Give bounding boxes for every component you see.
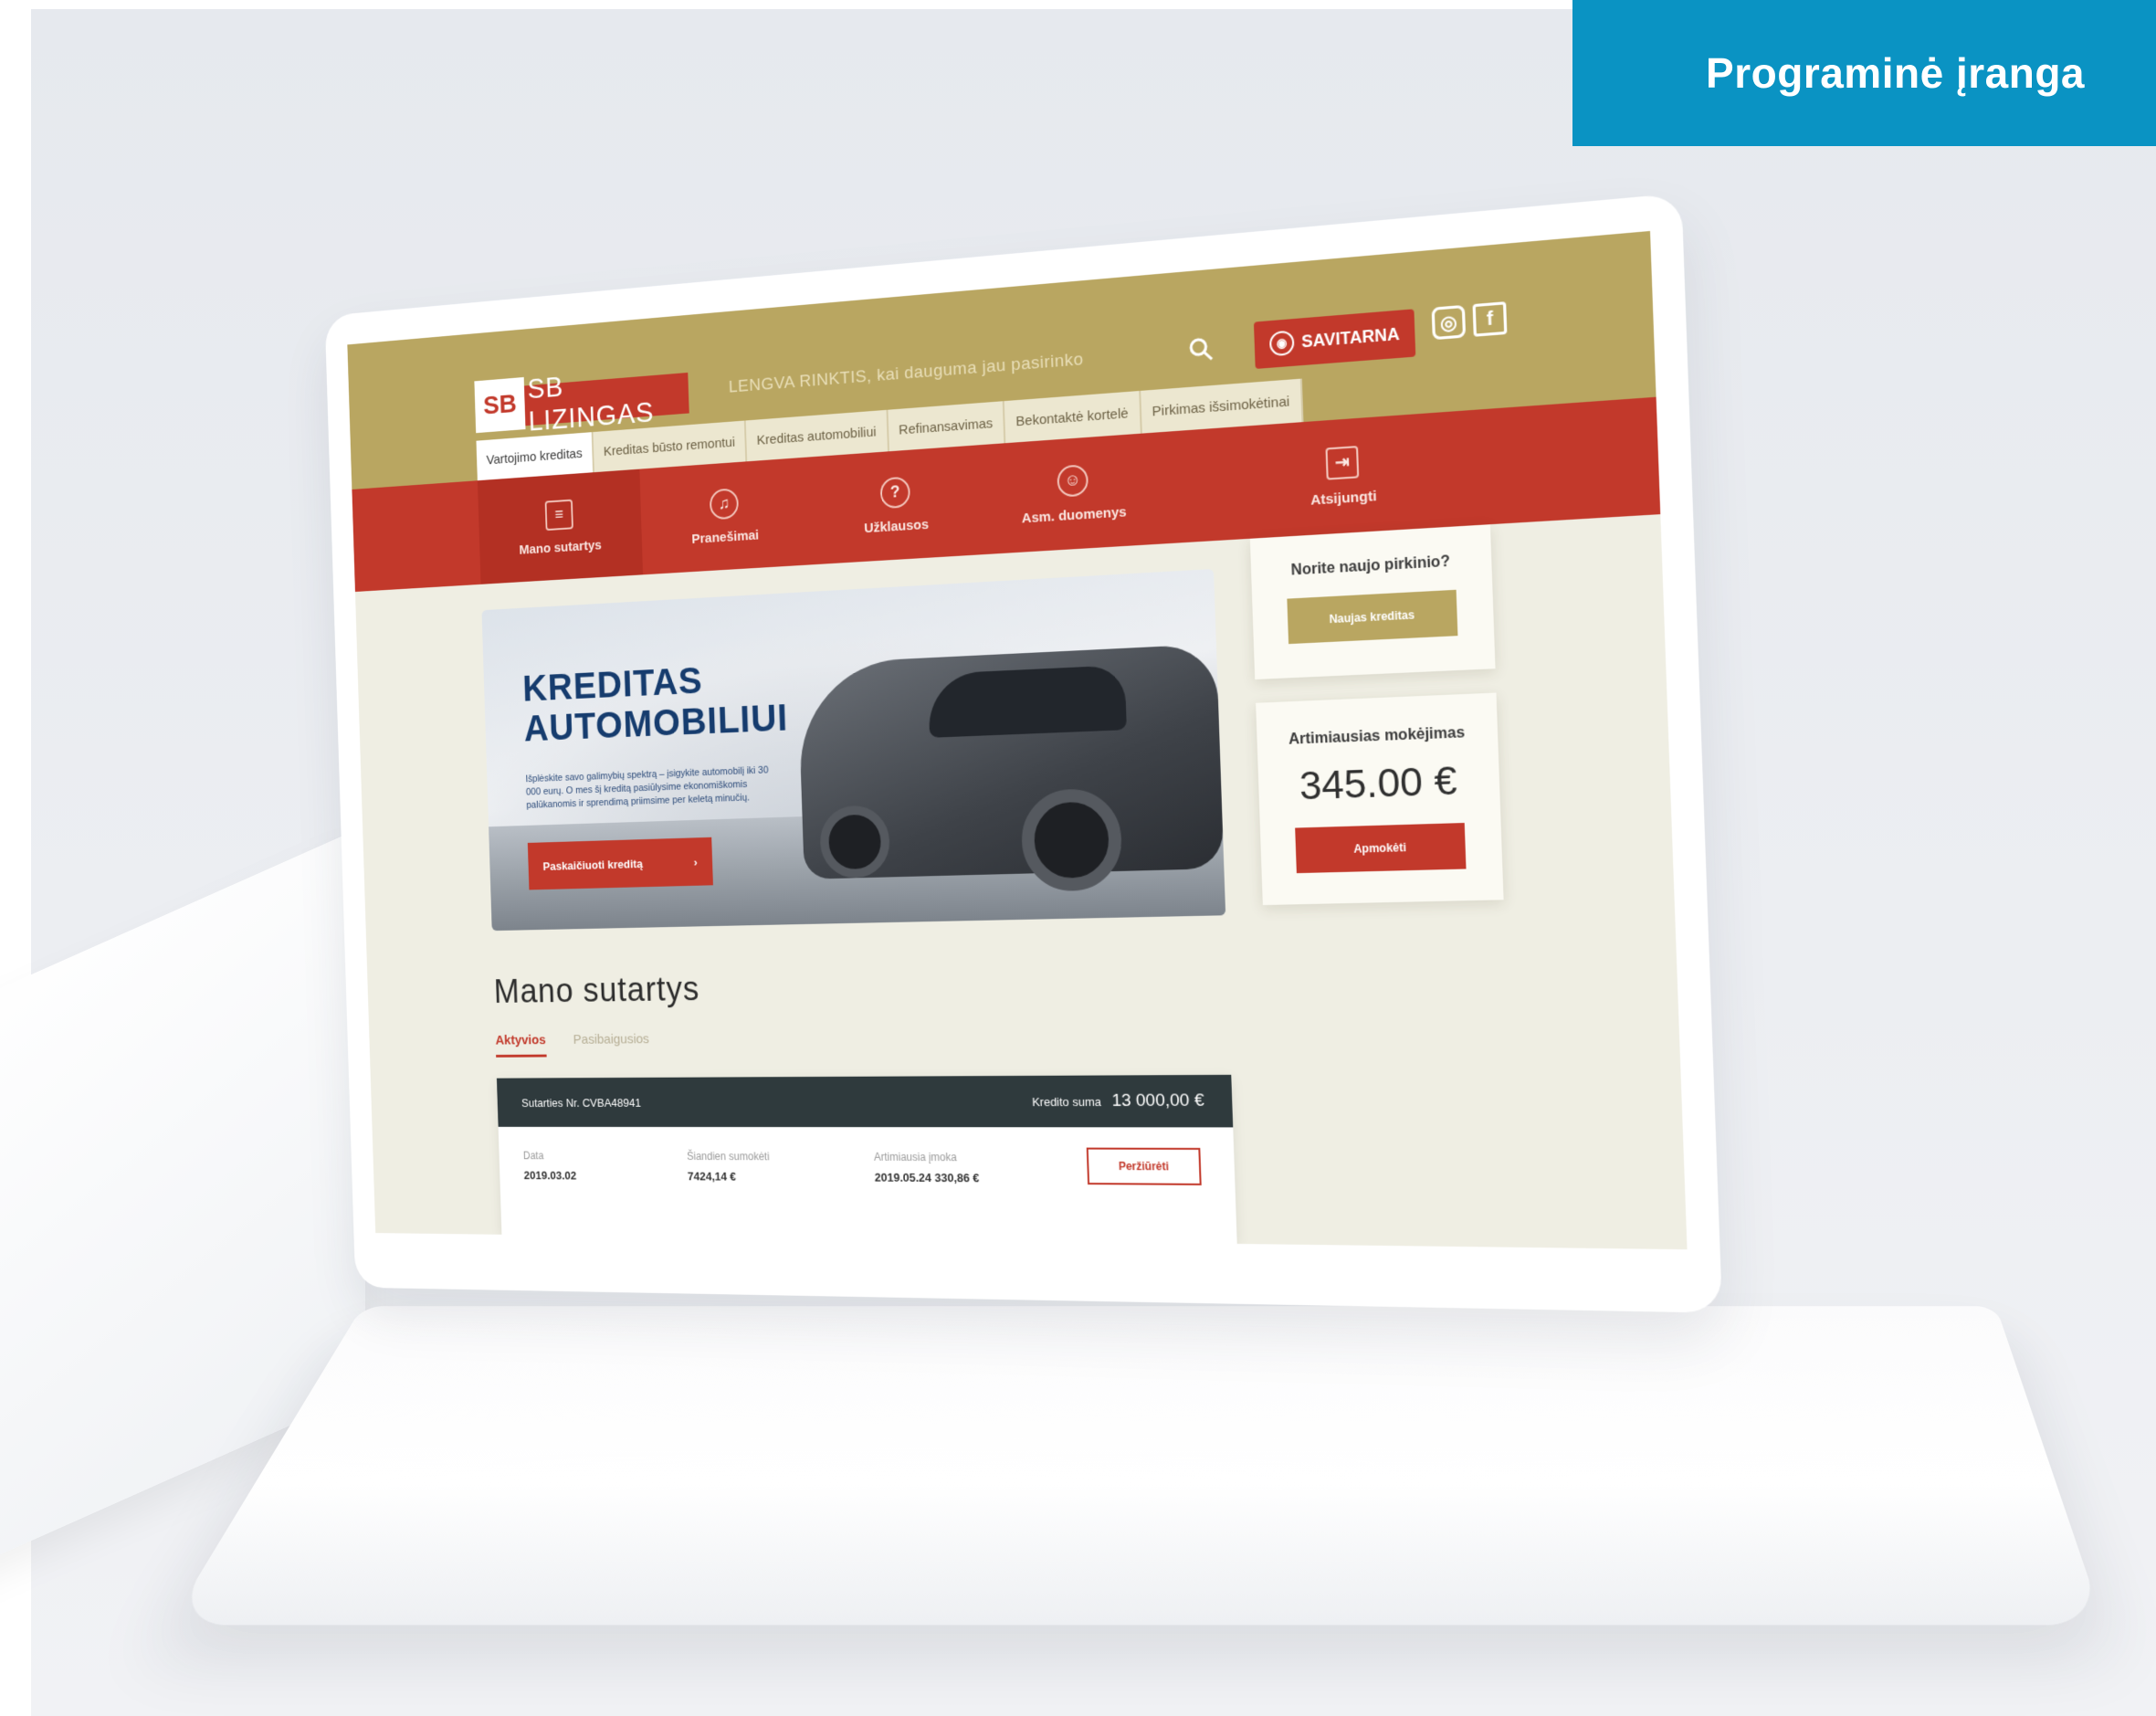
nav-label: Mano sutartys xyxy=(519,537,602,558)
instagram-icon[interactable]: ◎ xyxy=(1431,304,1467,341)
user-icon: ◉ xyxy=(1268,330,1295,357)
tab-aktyvios[interactable]: Aktyvios xyxy=(495,1032,547,1058)
next-payment-amount: 345.00 € xyxy=(1299,757,1458,808)
next-payment-label: Artimiausia įmoka xyxy=(873,1150,957,1164)
contract-subtabs: Aktyvios Pasibaigusios xyxy=(495,1032,649,1058)
website-viewport: SB LIZINGAS SB LENGVA RINKTIS, kai daugu… xyxy=(347,230,1688,1250)
calculate-credit-button[interactable]: Paskaičiuoti kreditą › xyxy=(527,837,713,890)
laptop-screen: SB LIZINGAS SB LENGVA RINKTIS, kai daugu… xyxy=(324,193,1723,1313)
pay-button[interactable]: Apmokėti xyxy=(1295,823,1467,874)
promo-banner[interactable]: KREDITAS AUTOMOBILIUI Išplėskite savo ga… xyxy=(481,568,1226,932)
tab-pasibaigusios[interactable]: Pasibaigusios xyxy=(573,1032,650,1058)
user-icon: ☺ xyxy=(1057,463,1089,498)
chevron-right-icon: › xyxy=(693,855,698,869)
next-payment-sum: 330,86 € xyxy=(934,1171,980,1185)
contract-details: Data 2019.03.02 Šiandien sumokėti 7424,1… xyxy=(499,1127,1237,1244)
nav-label: Atsijungti xyxy=(1309,488,1377,509)
nav-asm-duomenys[interactable]: ☺ Asm. duomenys xyxy=(982,432,1166,554)
category-banner: Programinė įranga xyxy=(1572,0,2156,146)
facebook-icon[interactable]: f xyxy=(1472,301,1508,337)
contract-number-value: CVBA48941 xyxy=(582,1095,642,1110)
slogan: LENGVA RINKTIS, kai dauguma jau pasirink… xyxy=(728,350,1085,397)
logo-text: SB LIZINGAS xyxy=(516,371,689,437)
promo-text: Išplėskite savo galimybių spektrą – įsig… xyxy=(525,764,769,811)
credit-sum-label: Kredito suma xyxy=(1031,1094,1102,1110)
new-purchase-card: Norite naujo pirkinio? Naujas kreditas xyxy=(1249,524,1496,680)
savitarna-label: SAVITARNA xyxy=(1300,323,1400,352)
nav-atsijungti[interactable]: ⇥ Atsijungti xyxy=(1246,413,1442,539)
nav-label: Užklausos xyxy=(863,516,930,536)
savitarna-button[interactable]: ◉ SAVITARNA xyxy=(1253,309,1416,369)
contract-card: Sutarties Nr. CVBA48941 Kredito suma 13 … xyxy=(496,1074,1237,1244)
next-payment-title: Artimiausias mokėjimas xyxy=(1288,724,1466,748)
nav-uzklausos[interactable]: ? Užklausos xyxy=(807,445,985,564)
contract-header: Sutarties Nr. CVBA48941 Kredito suma 13 … xyxy=(496,1074,1234,1128)
credit-sum-value: 13 000,00 € xyxy=(1111,1090,1205,1111)
nav-pranesimai[interactable]: ♫ Pranešimai xyxy=(639,458,811,575)
contract-date: Data 2019.03.02 xyxy=(523,1150,577,1183)
car-wheel xyxy=(818,805,891,879)
car-window xyxy=(927,665,1127,738)
next-payment-date: 2019.05.24 xyxy=(874,1170,932,1184)
view-contract-button[interactable]: Peržiūrėti xyxy=(1086,1147,1202,1185)
paid-today-value: 7424,14 € xyxy=(687,1169,737,1184)
contract-date-label: Data xyxy=(522,1149,544,1163)
nav-label: Asm. duomenys xyxy=(1021,503,1127,526)
contract-next-payment: Artimiausia įmoka 2019.05.24 330,86 € xyxy=(874,1151,980,1184)
page-title: Mano sutartys xyxy=(493,970,700,1011)
promo-title: KREDITAS AUTOMOBILIUI xyxy=(522,656,790,749)
contract-date-value: 2019.03.02 xyxy=(523,1168,577,1183)
document-icon: ≡ xyxy=(544,499,573,531)
category-label: Programinė įranga xyxy=(1706,49,2085,97)
new-purchase-title: Norite naujo pirkinio? xyxy=(1290,553,1451,579)
new-credit-button[interactable]: Naujas kreditas xyxy=(1287,589,1458,645)
nav-label: Pranešimai xyxy=(691,527,760,547)
calculate-credit-label: Paskaičiuoti kreditą xyxy=(542,856,643,873)
product-mockup-scene: Programinė įranga SB LIZINGAS SB LENGVA … xyxy=(0,0,2156,1716)
next-payment-value: 2019.05.24 330,86 € xyxy=(875,1171,980,1185)
logo-mark: SB xyxy=(474,376,526,434)
nav-mano-sutartys[interactable]: ≡ Mano sutartys xyxy=(477,468,644,584)
paid-today-label: Šiandien sumokėti xyxy=(687,1150,770,1163)
contract-number: Sutarties Nr. CVBA48941 xyxy=(521,1096,641,1110)
contract-paid-today: Šiandien sumokėti 7424,14 € xyxy=(687,1150,770,1184)
car-image xyxy=(797,643,1225,892)
logo[interactable]: SB LIZINGAS SB xyxy=(474,363,689,437)
laptop-keyboard xyxy=(169,1306,2105,1626)
logout-icon: ⇥ xyxy=(1325,445,1360,480)
bell-icon: ♫ xyxy=(709,487,740,520)
question-icon: ? xyxy=(879,476,911,509)
contract-number-label: Sutarties Nr. xyxy=(521,1095,580,1110)
search-icon[interactable] xyxy=(1187,334,1220,368)
credit-sum: Kredito suma 13 000,00 € xyxy=(1032,1090,1204,1111)
next-payment-card: Artimiausias mokėjimas 345.00 € Apmokėti xyxy=(1256,692,1504,906)
